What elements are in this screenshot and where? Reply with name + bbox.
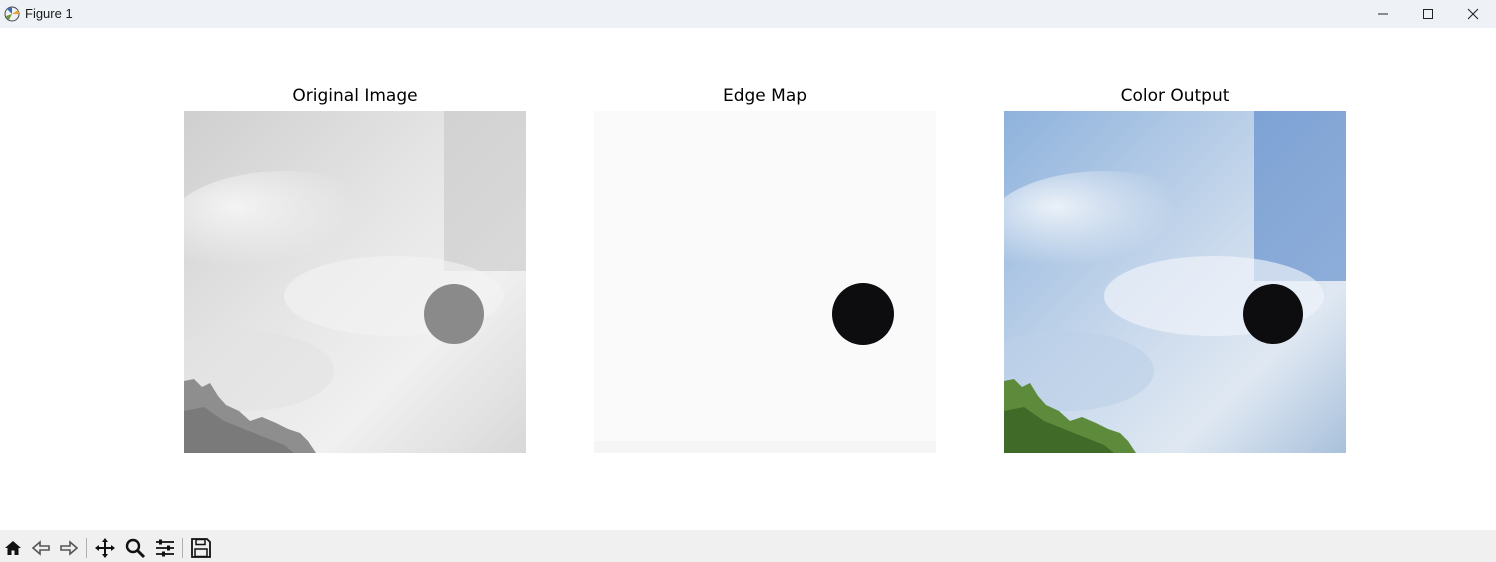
zoom-icon (125, 538, 146, 559)
toolbar-separator (182, 538, 183, 558)
toolbar-separator (86, 538, 87, 558)
close-button[interactable] (1450, 0, 1496, 28)
minimize-button[interactable] (1360, 0, 1406, 28)
window-titlebar: Figure 1 (0, 0, 1496, 28)
pan-icon (95, 538, 115, 558)
configure-subplots-icon (156, 539, 174, 557)
matplotlib-app-icon (3, 5, 21, 23)
save-button[interactable] (188, 536, 214, 560)
configure-subplots-button[interactable] (152, 536, 178, 560)
navigation-toolbar (0, 530, 1496, 562)
panel-title-original: Original Image (292, 86, 418, 106)
edge-map-image (594, 111, 936, 453)
minimize-icon (1378, 13, 1388, 15)
window-title: Figure 1 (25, 6, 73, 21)
forward-button[interactable] (56, 536, 82, 560)
panel-title-edge: Edge Map (722, 86, 808, 106)
pan-button[interactable] (92, 536, 118, 560)
original-image (184, 111, 526, 453)
back-icon (31, 540, 50, 556)
maximize-button[interactable] (1405, 0, 1451, 28)
figure-canvas[interactable]: Original Image Edge Map Color Output (0, 28, 1496, 530)
home-icon (5, 541, 21, 555)
home-button[interactable] (0, 536, 26, 560)
save-icon (191, 538, 211, 558)
color-output-image (1004, 111, 1346, 453)
close-icon (1467, 8, 1479, 20)
panel-title-color: Color Output (1120, 86, 1230, 106)
forward-icon (60, 540, 79, 556)
back-button[interactable] (28, 536, 54, 560)
zoom-button[interactable] (122, 536, 148, 560)
maximize-icon (1423, 9, 1433, 19)
